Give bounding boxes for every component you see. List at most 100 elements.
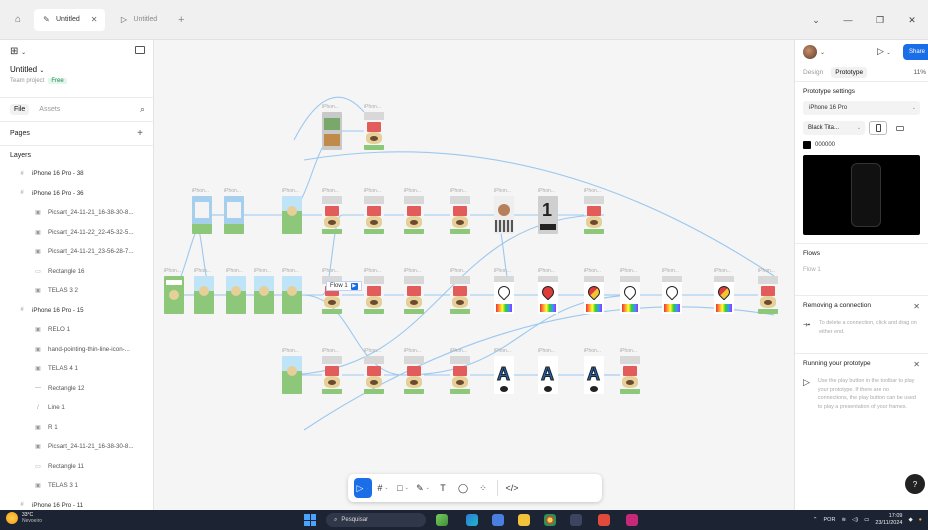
avatar[interactable] — [803, 45, 817, 59]
device-select[interactable]: iPhone 16 Pro ⌄ — [803, 101, 920, 115]
volume-icon[interactable]: ◁) — [852, 517, 858, 523]
iphone-frame[interactable]: A — [538, 356, 558, 394]
iphone-frame[interactable] — [224, 196, 244, 234]
frame-label[interactable]: iPhon... — [538, 188, 555, 194]
portrait-orientation-button[interactable] — [869, 121, 887, 135]
frame-label[interactable]: iPhon... — [662, 268, 679, 274]
frame-label[interactable]: iPhon... — [494, 268, 511, 274]
clock[interactable]: 17:09 23/11/2024 — [875, 513, 902, 526]
layer-item[interactable]: ▣ Picsart_24-11-21_23-56-28-7... — [0, 242, 153, 262]
frame-label[interactable]: iPhon... — [404, 188, 421, 194]
move-tool[interactable]: ▷ ⌄ — [354, 478, 372, 498]
app-icon[interactable] — [626, 514, 638, 526]
iphone-frame[interactable]: A — [494, 356, 514, 394]
frame-label[interactable]: iPhon... — [714, 268, 731, 274]
iphone-frame[interactable] — [364, 112, 384, 150]
iphone-frame[interactable]: A — [584, 356, 604, 394]
frame-label[interactable]: iPhon... — [404, 348, 421, 354]
edge-app-icon[interactable] — [466, 514, 478, 526]
layer-item[interactable]: ▣ TELAS 3 1 — [0, 476, 153, 496]
iphone-frame[interactable] — [364, 276, 384, 314]
sidebar-toggle-icon[interactable] — [135, 46, 145, 54]
frame-label[interactable]: iPhon... — [322, 268, 339, 274]
language-indicator[interactable]: POR — [824, 517, 836, 523]
iphone-frame[interactable] — [450, 276, 470, 314]
frame-label[interactable]: iPhon... — [494, 188, 511, 194]
play-flow-icon[interactable]: ▶ — [350, 282, 358, 290]
frame-label[interactable]: iPhon... — [282, 268, 299, 274]
iphone-frame[interactable] — [662, 276, 682, 314]
new-tab-button[interactable]: + — [173, 14, 189, 26]
iphone-frame[interactable] — [364, 196, 384, 234]
iphone-frame[interactable] — [538, 276, 558, 314]
frame-label[interactable]: iPhon... — [450, 348, 467, 354]
frame-label[interactable]: iPhon... — [194, 268, 211, 274]
frame-label[interactable]: iPhon... — [758, 268, 775, 274]
present-play-icon[interactable]: ▷ ⌄ — [877, 46, 891, 57]
zoom-level[interactable]: 11% — [913, 69, 926, 76]
iphone-frame[interactable] — [494, 276, 514, 314]
frame-label[interactable]: iPhon... — [494, 348, 511, 354]
layer-item[interactable]: ▣ TELAS 4 1 — [0, 359, 153, 379]
notification-icon[interactable]: ◆ — [908, 517, 912, 523]
chevron-up-icon[interactable]: ⌃ — [813, 517, 818, 523]
main-menu-button[interactable]: ⊞ ⌄ — [10, 46, 143, 57]
taskbar-search[interactable]: ⌕ Pesquisar — [326, 513, 426, 527]
iphone-frame[interactable] — [450, 356, 470, 394]
frame-label[interactable]: iPhon... — [584, 348, 601, 354]
frame-label[interactable]: iPhon... — [364, 104, 381, 110]
frame-label[interactable]: iPhon... — [584, 268, 601, 274]
battery-icon[interactable]: ▭ — [864, 517, 869, 523]
layer-frame[interactable]: # iPhone 16 Pro - 11 — [0, 496, 153, 511]
help-button[interactable]: ? — [905, 474, 925, 494]
frame-label[interactable]: iPhon... — [538, 268, 555, 274]
layer-frame[interactable]: # iPhone 16 Pro - 15 — [0, 301, 153, 321]
chevron-down-icon[interactable]: ⌄ — [820, 49, 825, 56]
frame-label[interactable]: iPhon... — [164, 268, 181, 274]
layer-item[interactable]: ▣ Picsart_24-11-22_22-45-32-5... — [0, 223, 153, 243]
frame-label[interactable]: iPhon... — [364, 188, 381, 194]
frame-label[interactable]: iPhon... — [322, 104, 339, 110]
chrome-app-icon[interactable] — [544, 514, 556, 526]
frame-label[interactable]: iPhon... — [322, 348, 339, 354]
frame-label[interactable]: iPhon... — [254, 268, 271, 274]
tab-assets[interactable]: Assets — [39, 106, 60, 113]
background-hex[interactable]: 000000 — [815, 142, 835, 148]
iphone-frame[interactable]: 1 — [538, 196, 558, 234]
iphone-frame[interactable] — [404, 356, 424, 394]
dev-mode-toggle[interactable]: </> — [503, 478, 521, 498]
flow-item[interactable]: Flow 1 — [803, 267, 920, 273]
add-page-icon[interactable]: + — [137, 128, 143, 139]
file-explorer-icon[interactable] — [518, 514, 530, 526]
tab-file[interactable]: File — [10, 104, 30, 115]
frame-label[interactable]: iPhon... — [224, 188, 241, 194]
file-title[interactable]: Untitled ⌄ — [10, 65, 143, 74]
iphone-frame[interactable] — [322, 196, 342, 234]
connection-line[interactable] — [403, 294, 641, 376]
iphone-frame[interactable] — [364, 356, 384, 394]
iphone-frame[interactable] — [584, 196, 604, 234]
frame-label[interactable]: iPhon... — [226, 268, 243, 274]
layer-item[interactable]: — Rectangle 12 — [0, 379, 153, 399]
iphone-frame[interactable] — [450, 196, 470, 234]
layer-item[interactable]: ▣ Picsart_24-11-21_16-38-30-8... — [0, 437, 153, 457]
widgets-app-icon[interactable] — [436, 514, 448, 526]
frame-label[interactable]: iPhon... — [620, 348, 637, 354]
frame-label[interactable]: iPhon... — [584, 188, 601, 194]
close-tab-icon[interactable]: ✕ — [91, 15, 98, 24]
layer-item[interactable]: ▣ RELO 1 — [0, 320, 153, 340]
iphone-frame[interactable] — [282, 196, 302, 234]
frame-label[interactable]: iPhon... — [450, 268, 467, 274]
iphone-frame[interactable] — [192, 196, 212, 234]
frame-label[interactable]: iPhon... — [282, 348, 299, 354]
iphone-frame[interactable] — [494, 196, 514, 234]
landscape-orientation-button[interactable] — [891, 121, 909, 135]
frame-tool[interactable]: # ⌄ — [374, 478, 392, 498]
canvas[interactable]: iPhon... iPhon... iPhon... iPhon... iPho… — [154, 40, 794, 510]
search-icon[interactable]: ⌕ — [140, 104, 145, 115]
layer-item[interactable]: ▭ Rectangle 16 — [0, 262, 153, 282]
frame-label[interactable]: iPhon... — [450, 188, 467, 194]
layer-item[interactable]: ▣ R 1 — [0, 418, 153, 438]
close-icon[interactable]: ✕ — [913, 302, 920, 311]
layer-item[interactable]: ▣ hand-pointing-thin-line-icon-... — [0, 340, 153, 360]
